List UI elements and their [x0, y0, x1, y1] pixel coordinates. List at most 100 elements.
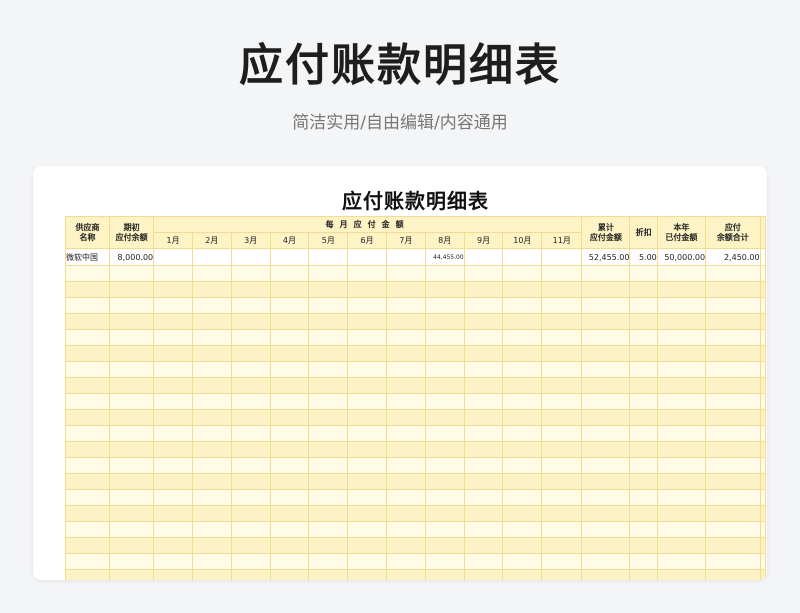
table-cell[interactable]	[629, 473, 658, 490]
table-cell[interactable]	[153, 473, 193, 490]
table-cell[interactable]	[502, 441, 543, 458]
table-cell[interactable]	[502, 297, 543, 314]
table-cell[interactable]	[581, 329, 631, 346]
table-cell[interactable]	[656, 377, 707, 394]
table-cell[interactable]	[230, 537, 271, 554]
table-cell[interactable]	[65, 425, 111, 442]
table-cell[interactable]	[308, 281, 349, 298]
table-cell[interactable]	[629, 345, 658, 362]
table-cell[interactable]	[424, 393, 465, 410]
table-cell[interactable]	[656, 537, 707, 554]
table-cell[interactable]	[230, 457, 271, 474]
table-cell[interactable]	[153, 457, 193, 474]
table-cell[interactable]	[656, 553, 707, 570]
table-cell[interactable]	[269, 505, 310, 522]
table-cell[interactable]	[230, 505, 271, 522]
table-cell[interactable]	[308, 313, 349, 330]
table-cell[interactable]	[541, 409, 583, 426]
table-cell[interactable]	[386, 393, 426, 410]
table-cell[interactable]	[269, 553, 310, 570]
table-cell[interactable]	[424, 473, 465, 490]
table-cell[interactable]	[386, 569, 426, 580]
table-cell[interactable]	[191, 393, 232, 410]
table-cell[interactable]	[463, 521, 504, 538]
table-cell[interactable]	[581, 377, 631, 394]
table-cell[interactable]	[269, 345, 310, 362]
table-cell[interactable]	[502, 393, 543, 410]
table-cell[interactable]	[502, 345, 543, 362]
table-cell[interactable]	[347, 377, 387, 394]
table-cell[interactable]	[153, 265, 193, 282]
cell-paid[interactable]: 50,000.00	[656, 248, 707, 266]
table-cell[interactable]	[541, 537, 583, 554]
table-cell[interactable]	[705, 393, 761, 410]
table-cell[interactable]	[656, 297, 707, 314]
table-cell[interactable]	[269, 265, 310, 282]
table-cell[interactable]	[541, 505, 583, 522]
table-cell[interactable]	[656, 281, 707, 298]
table-cell[interactable]	[347, 505, 387, 522]
table-cell[interactable]	[541, 345, 583, 362]
table-cell[interactable]	[230, 329, 271, 346]
table-cell[interactable]	[386, 425, 426, 442]
table-cell[interactable]	[109, 377, 155, 394]
table-cell[interactable]	[581, 361, 631, 378]
cell-month[interactable]: 44,455.00	[424, 248, 465, 266]
table-cell[interactable]	[424, 441, 465, 458]
table-cell[interactable]	[191, 489, 232, 506]
table-cell[interactable]	[386, 457, 426, 474]
table-cell[interactable]	[308, 265, 349, 282]
table-cell[interactable]	[541, 553, 583, 570]
table-cell[interactable]	[502, 329, 543, 346]
table-cell[interactable]	[705, 409, 761, 426]
table-cell[interactable]	[230, 281, 271, 298]
table-cell[interactable]	[153, 489, 193, 506]
table-cell[interactable]	[629, 409, 658, 426]
table-cell[interactable]	[424, 489, 465, 506]
table-cell[interactable]	[541, 297, 583, 314]
table-cell[interactable]	[269, 329, 310, 346]
table-cell[interactable]	[109, 441, 155, 458]
table-cell[interactable]	[629, 393, 658, 410]
cell-month[interactable]	[230, 248, 271, 266]
table-cell[interactable]	[629, 281, 658, 298]
table-cell[interactable]	[424, 569, 465, 580]
table-cell[interactable]	[308, 521, 349, 538]
table-cell[interactable]	[230, 473, 271, 490]
table-cell[interactable]	[705, 553, 761, 570]
table-cell[interactable]	[424, 361, 465, 378]
table-cell[interactable]	[629, 313, 658, 330]
table-cell[interactable]	[629, 537, 658, 554]
table-cell[interactable]	[109, 281, 155, 298]
table-cell[interactable]	[386, 441, 426, 458]
table-cell[interactable]	[541, 377, 583, 394]
cell-month[interactable]	[269, 248, 310, 266]
table-cell[interactable]	[347, 457, 387, 474]
table-cell[interactable]	[65, 297, 111, 314]
table-cell[interactable]	[347, 473, 387, 490]
table-cell[interactable]	[347, 361, 387, 378]
table-cell[interactable]	[541, 457, 583, 474]
table-cell[interactable]	[424, 297, 465, 314]
table-cell[interactable]	[705, 361, 761, 378]
cell-supplier[interactable]: 微软中国	[65, 248, 111, 266]
table-cell[interactable]	[153, 377, 193, 394]
table-cell[interactable]	[581, 457, 631, 474]
table-cell[interactable]	[705, 505, 761, 522]
table-cell[interactable]	[347, 313, 387, 330]
table-cell[interactable]	[191, 313, 232, 330]
cell-month[interactable]	[347, 248, 387, 266]
table-cell[interactable]	[109, 329, 155, 346]
table-cell[interactable]	[386, 409, 426, 426]
table-cell[interactable]	[705, 569, 761, 580]
table-cell[interactable]	[424, 457, 465, 474]
table-cell[interactable]	[502, 425, 543, 442]
table-cell[interactable]	[191, 473, 232, 490]
table-cell[interactable]	[541, 441, 583, 458]
table-cell[interactable]	[386, 521, 426, 538]
table-cell[interactable]	[502, 505, 543, 522]
table-cell[interactable]	[463, 457, 504, 474]
table-cell[interactable]	[656, 329, 707, 346]
table-cell[interactable]	[65, 377, 111, 394]
table-cell[interactable]	[269, 281, 310, 298]
